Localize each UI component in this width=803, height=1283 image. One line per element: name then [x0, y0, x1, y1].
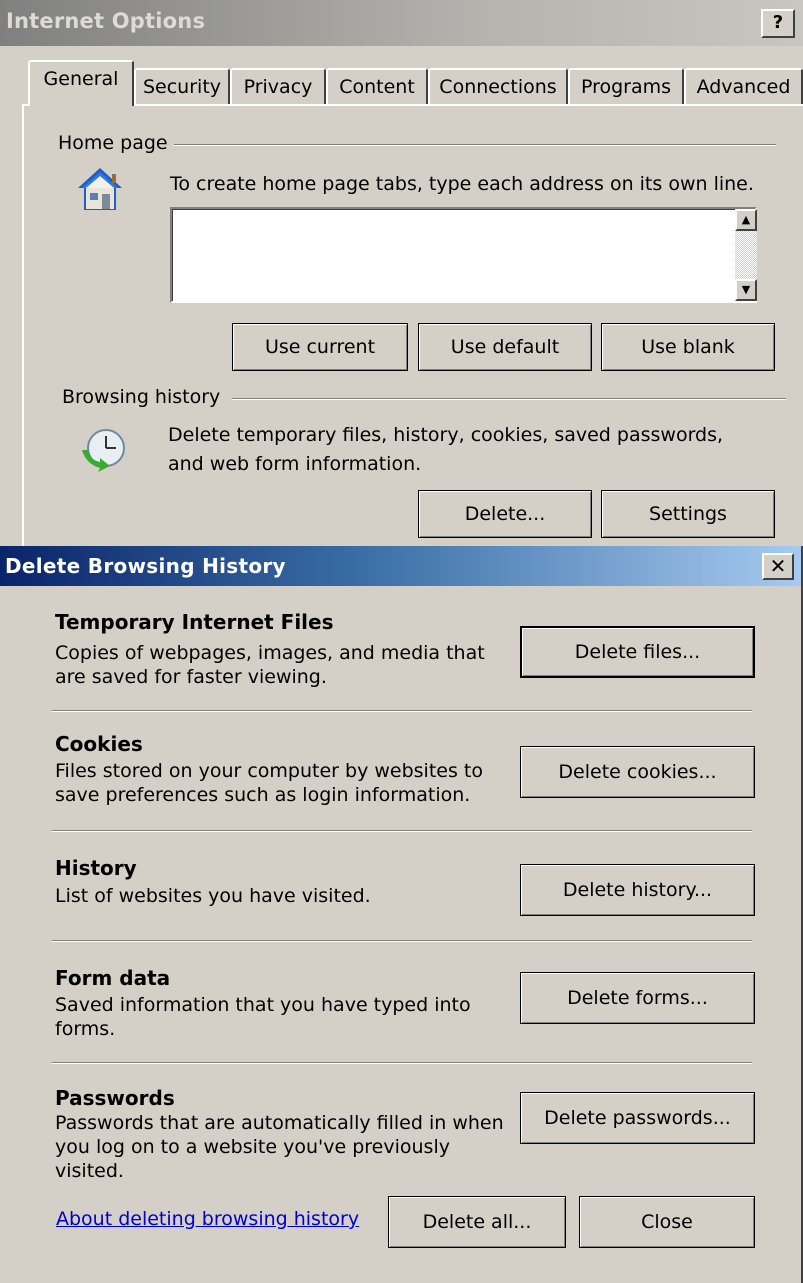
cookies-desc-line2: save preferences such as login informati…	[55, 784, 471, 806]
delete-browsing-history-title: Delete Browsing History	[5, 554, 286, 578]
tab-general[interactable]: General	[28, 60, 134, 106]
temporary-files-desc-line1: Copies of webpages, images, and media th…	[55, 642, 485, 664]
section-separator	[52, 830, 752, 832]
close-icon[interactable]: ✕	[762, 553, 794, 580]
passwords-desc-line1: Passwords that are automatically filled …	[55, 1112, 504, 1134]
help-button[interactable]: ?	[761, 9, 795, 38]
browsing-history-group-label: Browsing history	[62, 386, 221, 408]
home-page-group-label: Home page	[58, 132, 168, 154]
close-button[interactable]: Close	[579, 1196, 755, 1248]
history-desc-line1: List of websites you have visited.	[55, 885, 371, 907]
passwords-desc-line3: visited.	[55, 1160, 124, 1182]
delete-cookies-button[interactable]: Delete cookies...	[520, 746, 755, 798]
section-separator	[52, 940, 752, 942]
form-data-desc-line1: Saved information that you have typed in…	[55, 994, 471, 1016]
delete-history-button[interactable]: Delete history...	[520, 864, 755, 916]
delete-browsing-history-titlebar[interactable]: Delete Browsing History ✕	[0, 546, 801, 586]
delete-files-button[interactable]: Delete files...	[520, 626, 755, 678]
tab-advanced[interactable]: Advanced	[684, 68, 803, 104]
home-page-scrollbar[interactable]: ▲ ▼	[735, 209, 757, 301]
delete-all-button[interactable]: Delete all...	[388, 1196, 566, 1248]
delete-passwords-button[interactable]: Delete passwords...	[520, 1092, 755, 1144]
scroll-down-button[interactable]: ▼	[735, 279, 757, 301]
browsing-history-description-line1: Delete temporary files, history, cookies…	[168, 424, 724, 446]
tab-privacy[interactable]: Privacy	[230, 68, 326, 104]
delete-browsing-history-dialog: Delete Browsing History ✕ Temporary Inte…	[0, 546, 803, 1283]
home-page-textarea[interactable]: ▲ ▼	[170, 207, 757, 303]
form-data-desc-line2: forms.	[55, 1018, 116, 1040]
tab-connections[interactable]: Connections	[428, 68, 568, 104]
tab-programs[interactable]: Programs	[568, 68, 684, 104]
passwords-desc-line2: you log on to a website you've previousl…	[55, 1136, 450, 1158]
history-heading: History	[55, 856, 137, 880]
temporary-files-desc-line2: are saved for faster viewing.	[55, 666, 327, 688]
internet-options-title: Internet Options	[6, 9, 206, 33]
passwords-heading: Passwords	[55, 1086, 175, 1110]
home-page-group-line	[174, 144, 776, 146]
delete-button[interactable]: Delete...	[418, 490, 592, 538]
section-separator	[52, 710, 752, 712]
section-separator	[52, 1062, 752, 1064]
tab-content[interactable]: Content	[326, 68, 428, 104]
home-page-instruction: To create home page tabs, type each addr…	[170, 173, 754, 195]
browsing-history-description-line2: and web form information.	[168, 453, 422, 475]
temporary-files-heading: Temporary Internet Files	[55, 610, 334, 634]
about-deleting-browsing-history-link[interactable]: About deleting browsing history	[56, 1208, 359, 1230]
settings-button[interactable]: Settings	[601, 490, 775, 538]
use-current-button[interactable]: Use current	[232, 323, 408, 371]
history-clock-icon	[76, 424, 128, 476]
use-default-button[interactable]: Use default	[418, 323, 592, 371]
internet-options-window: Internet Options ? General Security Priv…	[0, 0, 803, 564]
scroll-up-button[interactable]: ▲	[735, 209, 757, 231]
cookies-desc-line1: Files stored on your computer by website…	[55, 760, 483, 782]
browsing-history-group-line	[232, 398, 786, 400]
form-data-heading: Form data	[55, 966, 171, 990]
house-icon	[74, 164, 126, 216]
internet-options-titlebar[interactable]: Internet Options ?	[0, 0, 803, 46]
delete-forms-button[interactable]: Delete forms...	[520, 972, 755, 1024]
use-blank-button[interactable]: Use blank	[601, 323, 775, 371]
cookies-heading: Cookies	[55, 732, 143, 756]
tab-security[interactable]: Security	[134, 68, 230, 104]
